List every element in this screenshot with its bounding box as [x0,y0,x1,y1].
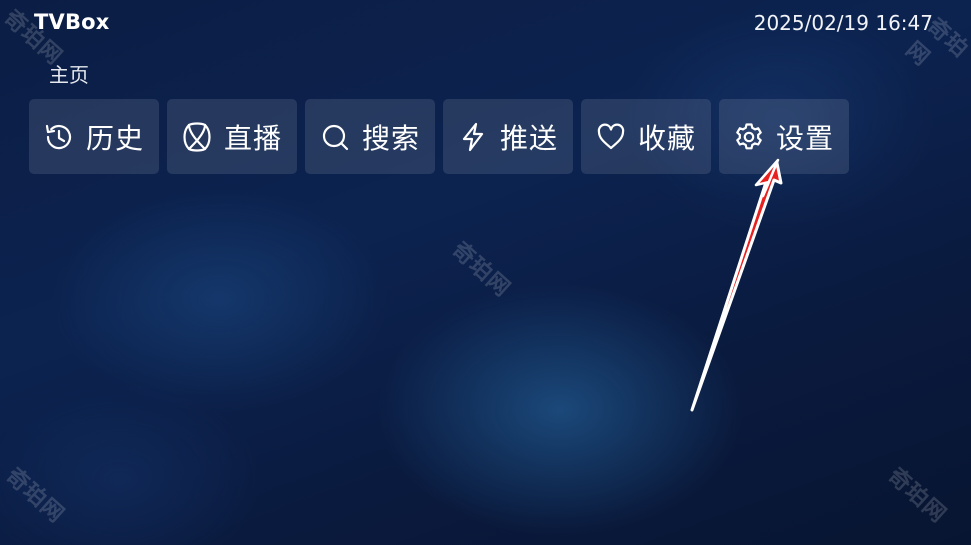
nav-item-label: 收藏 [638,121,697,155]
nav-item-label: 推送 [500,121,559,155]
nav-item-search[interactable]: 搜索 [305,99,435,174]
history-icon [42,120,76,154]
nav-item-label: 直播 [224,121,283,155]
nav-item-live[interactable]: 直播 [167,99,297,174]
nav-item-label: 设置 [776,121,835,155]
gear-icon [732,120,766,154]
push-icon [456,120,490,154]
arrow-icon [690,158,783,412]
nav-item-history[interactable]: 历史 [29,99,159,174]
nav-bar: 历史 直播 搜索 推送 收藏 设置 [29,99,849,174]
live-icon [180,120,214,154]
watermark: 奇珀网 [882,463,951,529]
favorite-icon [594,120,628,154]
search-icon [318,120,352,154]
nav-item-label: 搜索 [362,121,421,155]
nav-item-push[interactable]: 推送 [443,99,573,174]
clock: 2025/02/19 16:47 [753,11,933,35]
nav-item-favorite[interactable]: 收藏 [581,99,711,174]
nav-item-label: 历史 [86,121,145,155]
nav-item-settings[interactable]: 设置 [719,99,849,174]
watermark: 奇珀网 [446,237,515,303]
watermark: 奇珀网 [0,463,69,529]
